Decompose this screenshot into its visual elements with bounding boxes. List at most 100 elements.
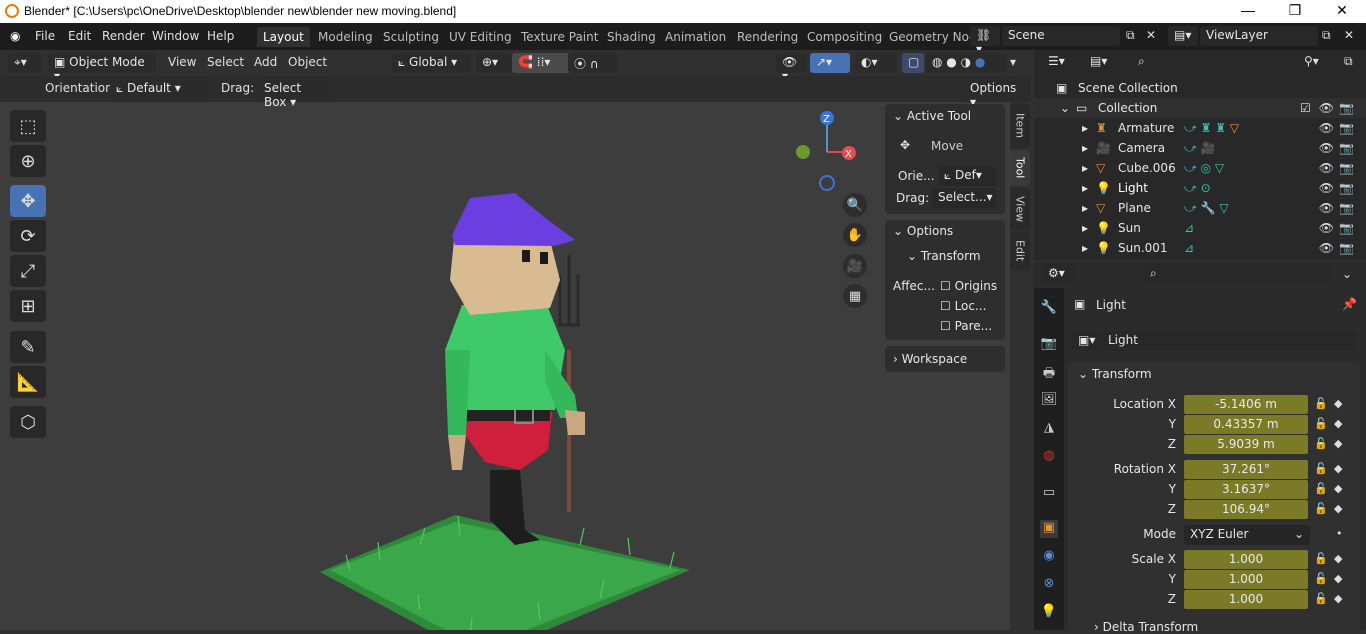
keyframe-icon[interactable]: ◆: [1334, 502, 1342, 515]
orient-dropdown[interactable]: ⟀ Def▾: [938, 166, 996, 186]
lock-icon[interactable]: 🔓: [1314, 552, 1328, 565]
object-name-field[interactable]: Light: [1102, 331, 1356, 351]
shading-mode-icons[interactable]: ◍ ● ◑ ●: [926, 53, 1006, 73]
measure-tool-icon[interactable]: 📐: [10, 366, 46, 398]
active-tool-header[interactable]: ⌄ Active Tool: [893, 109, 971, 123]
rotate-tool-icon[interactable]: ⟳: [10, 220, 46, 252]
transform-subpanel-header[interactable]: ⌄ Transform: [907, 249, 981, 263]
rotation-x-field[interactable]: 37.261°: [1184, 460, 1308, 479]
output-tab-icon[interactable]: 🖶: [1040, 364, 1058, 382]
object-browse-icon[interactable]: ▣▾: [1072, 331, 1100, 351]
workspace-tab-uv-editing[interactable]: UV Editing: [443, 27, 518, 47]
scale-tool-icon[interactable]: ⤢: [10, 255, 46, 287]
render-icon[interactable]: 📷: [1339, 141, 1354, 155]
workspace-tab-shading[interactable]: Shading: [601, 27, 662, 47]
render-icon[interactable]: 📷: [1339, 201, 1354, 215]
add-cube-tool-icon[interactable]: ⬡: [10, 406, 46, 438]
keyframe-icon[interactable]: ◆: [1334, 482, 1342, 495]
scene-tab-icon[interactable]: ◮: [1040, 420, 1058, 438]
keyframe-icon[interactable]: ◆: [1334, 552, 1342, 565]
render-icon[interactable]: 📷: [1339, 241, 1354, 255]
world-tab-icon[interactable]: ◍: [1040, 448, 1058, 466]
transform-orientation-dropdown[interactable]: ⟀ Global ▾: [392, 53, 470, 73]
viewport-menu-view[interactable]: View: [168, 55, 196, 69]
physics-tab-icon[interactable]: ◉: [1040, 548, 1058, 566]
viewlayer-new-icon[interactable]: ⧉: [1322, 28, 1331, 43]
keyframe-icon[interactable]: ◆: [1334, 437, 1342, 450]
outliner-display-icon[interactable]: ▤▾: [1084, 52, 1118, 72]
collection-expand-icon[interactable]: ⌄: [1060, 101, 1070, 115]
scale-y-field[interactable]: 1.000: [1184, 570, 1308, 589]
location-z-field[interactable]: 5.9039 m: [1184, 435, 1308, 454]
move-tool-icon[interactable]: ✥: [10, 185, 46, 217]
workspace-tab-animation[interactable]: Animation: [659, 27, 732, 47]
tab-edit[interactable]: Edit: [1010, 232, 1030, 270]
navigation-gizmo[interactable]: Z X: [790, 108, 870, 198]
properties-search-input[interactable]: ⌕: [1144, 264, 1332, 284]
view-layer-tab-icon[interactable]: 🖼: [1040, 392, 1058, 410]
expand-icon[interactable]: ▸: [1082, 121, 1088, 135]
annotate-tool-icon[interactable]: ✎: [10, 331, 46, 363]
gizmo-toggle-icon[interactable]: ↗▾: [810, 53, 850, 73]
lock-icon[interactable]: 🔓: [1314, 417, 1328, 430]
parents-checkbox[interactable]: ☐ Pare...: [940, 319, 992, 333]
mode-keyframe-dot-icon[interactable]: •: [1336, 527, 1343, 540]
outliner-item-sun001[interactable]: ▸ 💡 Sun.001 ⊿ 👁 📷: [1034, 238, 1366, 258]
transform-panel-header[interactable]: ⌄ Transform: [1078, 367, 1152, 381]
scene-browse-icon[interactable]: ⛓▾: [970, 26, 1000, 56]
rotation-z-field[interactable]: 106.94°: [1184, 500, 1308, 519]
tab-item[interactable]: Item: [1010, 104, 1030, 148]
outliner-collection[interactable]: ⌄ ▭ Collection ☑ 👁 📷: [1034, 98, 1366, 118]
workspace-tab-texture-paint[interactable]: Texture Paint: [515, 27, 604, 47]
lock-icon[interactable]: 🔓: [1314, 482, 1328, 495]
eye-icon[interactable]: 👁: [1319, 181, 1334, 195]
transform-tool-icon[interactable]: ⊞: [10, 290, 46, 322]
pivot-point-icon[interactable]: ⊕▾: [476, 53, 512, 73]
lock-icon[interactable]: 🔓: [1314, 437, 1328, 450]
properties-options-icon[interactable]: ⌄: [1342, 267, 1352, 281]
scene-new-icon[interactable]: ⧉: [1126, 28, 1135, 43]
viewlayer-name-field[interactable]: ViewLayer: [1200, 26, 1318, 46]
drag-dropdown-panel[interactable]: Select...▾: [932, 188, 996, 208]
object-data-tab-icon[interactable]: 💡: [1040, 604, 1058, 622]
outliner-item-sun[interactable]: ▸ 💡 Sun ⊿ 👁 📷: [1034, 218, 1366, 238]
scene-name-field[interactable]: Scene: [1002, 26, 1120, 46]
rotation-y-field[interactable]: 3.1637°: [1184, 480, 1308, 499]
eye-icon[interactable]: 👁: [1319, 241, 1334, 255]
workspace-tab-rendering[interactable]: Rendering: [731, 27, 804, 47]
viewport-menu-select[interactable]: Select: [207, 55, 244, 69]
lock-icon[interactable]: 🔓: [1314, 502, 1328, 515]
eye-icon[interactable]: 👁: [1319, 141, 1334, 155]
pan-hand-icon[interactable]: ✋: [843, 223, 867, 247]
outliner-search-input[interactable]: ⌕: [1132, 52, 1244, 72]
options-header[interactable]: ⌄ Options: [893, 224, 953, 238]
new-collection-icon[interactable]: ⧉: [1344, 54, 1353, 69]
scene-unlink-icon[interactable]: ✕: [1146, 28, 1156, 42]
locations-checkbox[interactable]: ☐ Loc...: [940, 299, 986, 313]
menu-render[interactable]: Render: [102, 29, 145, 43]
collection-tab-icon[interactable]: ▭: [1040, 485, 1058, 503]
mode-dropdown[interactable]: ▣ Object Mode ▾: [48, 53, 156, 83]
menu-file[interactable]: File: [35, 29, 55, 43]
expand-icon[interactable]: ▸: [1082, 161, 1088, 175]
workspace-header[interactable]: › Workspace: [893, 352, 967, 366]
workspace-tab-modeling[interactable]: Modeling: [312, 27, 379, 47]
properties-editor-icon[interactable]: ⚙▾: [1042, 264, 1076, 284]
blender-menu-icon[interactable]: ◉: [10, 29, 20, 43]
outliner-item-armature[interactable]: ▸ ♜ Armature ⤻ ♜ ♜ ▽ 👁 📷: [1034, 118, 1366, 138]
options-dropdown[interactable]: Options ▾: [964, 79, 1022, 109]
eye-icon[interactable]: 👁: [1319, 201, 1334, 215]
expand-icon[interactable]: ▸: [1082, 181, 1088, 195]
lock-icon[interactable]: 🔓: [1314, 592, 1328, 605]
drag-dropdown[interactable]: Select Box ▾: [258, 79, 332, 109]
snap-icon[interactable]: 🧲 ⁞⁞▾: [512, 53, 570, 73]
visibility-icon[interactable]: 👁▾: [776, 53, 806, 83]
viewport-menu-object[interactable]: Object: [288, 55, 327, 69]
constraints-tab-icon[interactable]: ⊗: [1040, 576, 1058, 594]
outliner-item-plane[interactable]: ▸ ▽ Plane ⤻ 🔧 ▽ 👁 📷: [1034, 198, 1366, 218]
expand-icon[interactable]: ▸: [1082, 241, 1088, 255]
tab-tool[interactable]: Tool: [1010, 150, 1030, 186]
minimize-button[interactable]: —: [1233, 2, 1263, 18]
render-icon[interactable]: 📷: [1339, 101, 1354, 115]
object-tab-icon[interactable]: ▣: [1040, 520, 1058, 538]
